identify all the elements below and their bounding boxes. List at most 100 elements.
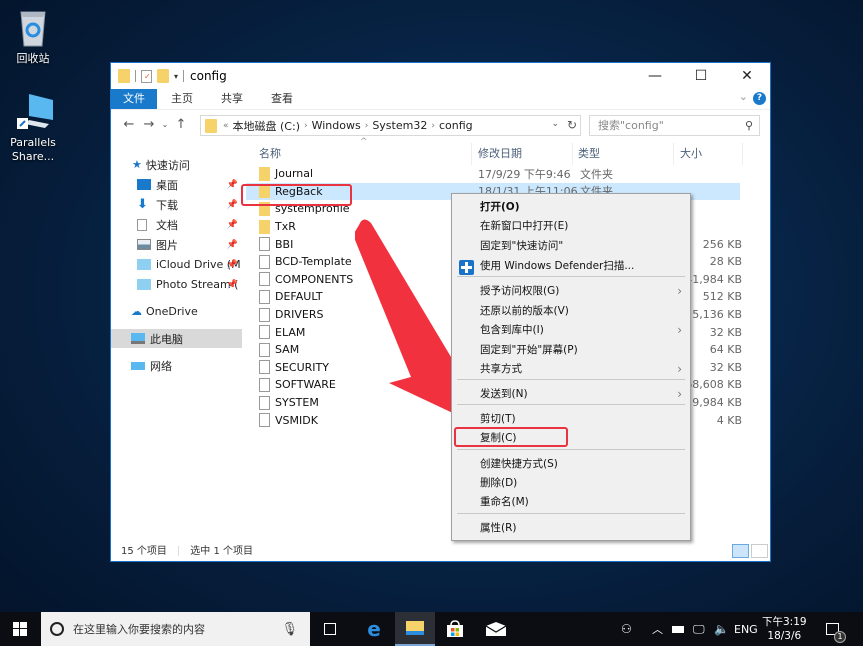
context-menu-item[interactable]: 创建快捷方式(S) <box>452 455 690 474</box>
task-view-icon <box>324 623 336 635</box>
document-icon <box>137 218 147 231</box>
breadcrumb-windows[interactable]: Windows <box>312 119 361 132</box>
recent-locations-icon[interactable]: ⌄ <box>159 120 171 129</box>
people-icon[interactable]: ⚇ <box>621 612 632 646</box>
parallels-label-1: Parallels <box>10 136 56 149</box>
mail-button[interactable] <box>476 612 516 646</box>
context-menu-item[interactable]: 在新窗口中打开(E) <box>452 217 690 236</box>
expand-ribbon-icon[interactable]: ⌄ <box>739 90 748 103</box>
menu-item-label: 创建快捷方式(S) <box>480 458 558 470</box>
chevron-right-icon[interactable]: › <box>304 121 308 131</box>
details-view-icon[interactable] <box>732 544 749 558</box>
tab-share[interactable]: 共享 <box>207 89 257 109</box>
column-header-name[interactable]: 名称 <box>259 143 281 167</box>
column-header-size[interactable]: 大小 <box>680 143 702 167</box>
nav-onedrive[interactable]: ☁ OneDrive <box>111 302 242 321</box>
desktop-icon-recycle-bin[interactable]: 回收站 <box>3 8 63 66</box>
nav-quick-access[interactable]: ★ 快速访问 <box>111 155 242 174</box>
volume-icon[interactable]: 🔈 <box>714 612 729 646</box>
pin-icon[interactable]: 📌 <box>227 180 238 190</box>
search-input[interactable]: 搜索"config" ⚲ <box>589 115 760 136</box>
column-divider[interactable] <box>673 143 674 165</box>
forward-arrow-icon[interactable]: → <box>139 117 159 132</box>
context-menu-item[interactable]: 包含到库中(I) › <box>452 321 690 340</box>
context-menu-item[interactable]: 发送到(N) › <box>452 385 690 404</box>
file-explorer-taskbar-button[interactable] <box>395 612 435 646</box>
network-status-icon[interactable]: 🖵 <box>693 612 705 646</box>
large-icons-view-icon[interactable] <box>751 544 768 558</box>
help-icon[interactable]: ? <box>753 92 766 105</box>
address-dropdown-icon[interactable]: ⌄ <box>551 119 559 129</box>
pin-icon[interactable]: 📌 <box>227 200 238 210</box>
menu-separator <box>457 513 685 514</box>
column-divider[interactable] <box>742 143 743 165</box>
context-menu-item[interactable]: 授予访问权限(G) › <box>452 282 690 301</box>
nav-photo-stream[interactable]: Photo Stream ( 📌 <box>111 275 242 294</box>
column-divider[interactable] <box>471 143 472 165</box>
context-menu-item[interactable]: 属性(R) <box>452 519 690 538</box>
breadcrumb-system32[interactable]: System32 <box>372 119 427 132</box>
taskbar-search-box[interactable]: 在这里输入你要搜索的内容 🎙 <box>41 612 310 646</box>
microphone-icon[interactable]: 🎙 <box>281 622 298 637</box>
start-button[interactable] <box>0 612 40 646</box>
tab-home[interactable]: 主页 <box>157 89 207 109</box>
nav-downloads[interactable]: ⬇ 下载 📌 <box>111 195 242 214</box>
input-language[interactable]: ENG <box>734 612 758 646</box>
customize-toolbar-icon[interactable]: ▾ <box>174 72 178 81</box>
context-menu-item[interactable]: 使用 Windows Defender扫描... <box>452 257 690 276</box>
nav-documents[interactable]: 文档 📌 <box>111 215 242 234</box>
menu-separator <box>457 404 685 405</box>
pin-icon[interactable]: 📌 <box>227 220 238 230</box>
up-arrow-icon[interactable]: ↑ <box>171 117 191 132</box>
tab-file[interactable]: 文件 <box>111 89 157 109</box>
context-menu-item[interactable]: 固定到"快速访问" <box>452 237 690 256</box>
pin-icon[interactable]: 📌 <box>227 280 238 290</box>
menu-item-label: 属性(R) <box>480 522 517 534</box>
file-size: 68,608 KB <box>685 378 742 392</box>
file-icon <box>259 413 270 428</box>
maximize-button[interactable]: ☐ <box>678 63 724 89</box>
desktop-icon-parallels-shared[interactable]: Parallels Share... <box>3 92 63 164</box>
desktop-icon <box>137 179 151 190</box>
breadcrumb-config[interactable]: config <box>439 119 473 132</box>
mail-icon <box>486 622 506 636</box>
divider <box>183 70 185 82</box>
chevron-right-icon[interactable]: › <box>365 121 369 131</box>
context-menu-item[interactable]: 删除(D) <box>452 474 690 493</box>
refresh-button[interactable]: ↻ <box>564 115 581 136</box>
nav-this-pc[interactable]: 此电脑 <box>111 329 242 348</box>
overflow-chevron[interactable]: « <box>223 121 229 131</box>
nav-pictures[interactable]: 图片 📌 <box>111 235 242 254</box>
folder-row[interactable]: Journal 17/9/29 下午9:46 文件夹 <box>246 165 740 183</box>
chevron-right-icon[interactable]: › <box>431 121 435 131</box>
context-menu-item[interactable]: 共享方式 › <box>452 360 690 379</box>
nav-desktop[interactable]: 桌面 📌 <box>111 175 242 194</box>
nav-icloud-drive[interactable]: iCloud Drive (M 📌 <box>111 255 242 274</box>
new-folder-icon[interactable] <box>157 69 169 83</box>
context-menu-item[interactable]: 还原以前的版本(V) <box>452 302 690 321</box>
store-button[interactable] <box>435 612 475 646</box>
breadcrumb-local-disk[interactable]: 本地磁盘 (C:) <box>233 118 300 134</box>
edge-browser-button[interactable]: e <box>354 612 394 646</box>
column-header-date[interactable]: 修改日期 <box>478 143 522 167</box>
nav-network[interactable]: 网络 <box>111 356 242 375</box>
pin-icon[interactable]: 📌 <box>227 240 238 250</box>
tab-view[interactable]: 查看 <box>257 89 307 109</box>
pin-icon[interactable]: 📌 <box>227 260 238 270</box>
task-view-button[interactable] <box>310 612 350 646</box>
context-menu-item[interactable]: 重命名(M) <box>452 493 690 512</box>
close-button[interactable]: ✕ <box>724 63 770 89</box>
address-bar[interactable]: « 本地磁盘 (C:) › Windows › System32 › confi… <box>200 115 581 136</box>
show-hidden-icons-chevron[interactable]: ︿ <box>652 612 663 646</box>
column-header-type[interactable]: 类型 <box>578 143 600 167</box>
context-menu-item[interactable]: 固定到"开始"屏幕(P) <box>452 341 690 360</box>
properties-icon[interactable]: ✓ <box>141 69 152 83</box>
action-center-button[interactable]: 1 <box>826 612 846 646</box>
minimize-button[interactable]: — <box>632 63 678 89</box>
clock[interactable]: 下午3:19 18/3/6 <box>762 615 807 643</box>
column-divider[interactable] <box>572 143 573 165</box>
back-arrow-icon[interactable]: ← <box>119 117 139 132</box>
battery-icon[interactable] <box>672 612 684 646</box>
context-menu-item[interactable]: 打开(O) <box>452 198 690 217</box>
taskbar-search-placeholder: 在这里输入你要搜索的内容 <box>73 623 205 636</box>
